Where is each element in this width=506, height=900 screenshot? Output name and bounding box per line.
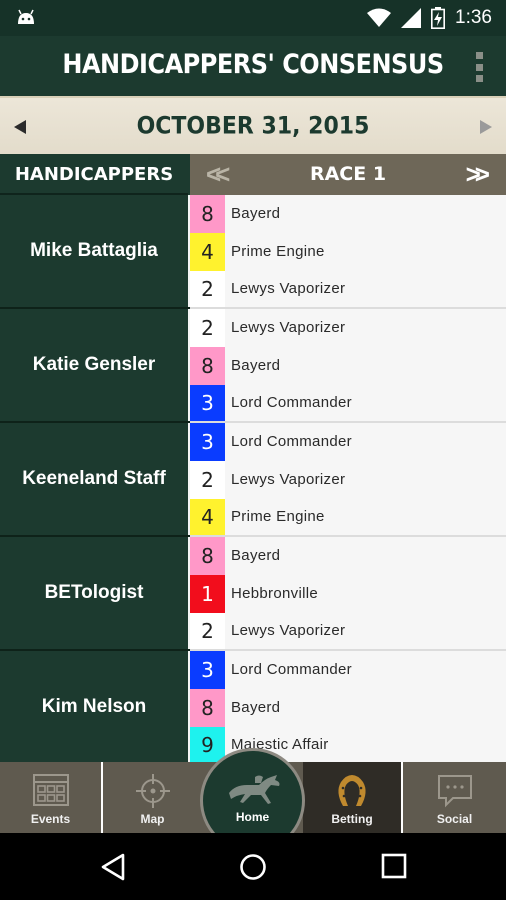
tab-social-label: Social [436,812,473,826]
horse-name: Bayerd [231,205,281,222]
handicappers-header: HANDICAPPERS [0,154,188,195]
pick-row[interactable]: 2 Lewys Vaporizer [190,271,506,307]
tab-map-label: Map [140,812,165,826]
next-date-icon[interactable] [480,120,492,134]
pick-row[interactable]: 3 Lord Commander [190,651,506,689]
status-bar: 1:36 [0,0,506,36]
handicapper-group: Kim Nelson 3 Lord Commander 8 Bayerd 9 Majesti… [0,651,506,762]
racehorse-icon [229,775,280,804]
tab-events[interactable]: Events [0,762,101,833]
horse-name: Hebbronville [231,585,318,602]
horse-name: Lewys Vaporizer [231,319,346,336]
next-race-icon[interactable]: >> [466,154,491,194]
handicapper-group: Mike Battaglia 8 Bayerd 4 Prime Engine 2 Lewys… [0,195,506,309]
handicapper-name: Katie Gensler [0,309,188,421]
saddle-cloth-number: 3 [190,423,225,461]
tab-events-label: Events [30,812,71,826]
date-selector: OCTOBER 31, 2015 [0,96,506,154]
tab-map[interactable]: Map [103,762,202,833]
pick-row[interactable]: 1 Hebbronville [190,575,506,613]
page-title: HANDICAPPERS' CONSENSUS [62,48,444,80]
handicapper-group: BETologist 8 Bayerd 1 Hebbronville 2 Lewys Vap… [0,537,506,651]
race-selector: << RACE 1 >> [190,154,506,195]
pick-row[interactable]: 8 Bayerd [190,347,506,385]
handicapper-group: Katie Gensler 2 Lewys Vaporizer 8 Bayerd 3 Lor… [0,309,506,423]
tab-social[interactable]: Social [403,762,506,833]
horse-name: Prime Engine [231,243,325,260]
horse-name: Bayerd [231,699,281,716]
tab-betting[interactable]: Betting [303,762,401,833]
race-title: RACE 1 [309,163,387,185]
tab-home-label: Home [235,810,270,824]
horseshoe-icon [338,775,366,806]
recents-icon[interactable] [381,853,407,879]
signal-icon [401,8,422,28]
horse-name: Bayerd [231,357,281,374]
horse-name: Lord Commander [231,433,352,450]
crosshair-icon [135,774,170,808]
saddle-cloth-number: 2 [190,271,225,307]
app-bar: HANDICAPPERS' CONSENSUS [0,36,506,96]
wifi-icon [367,8,392,27]
horse-name: Lewys Vaporizer [231,622,346,639]
saddle-cloth-number: 2 [190,461,225,499]
status-time: 1:36 [455,7,492,28]
battery-icon [431,7,446,29]
home-nav-icon[interactable] [239,853,267,881]
speech-bubble-icon [437,775,472,808]
saddle-cloth-number: 4 [190,499,225,535]
handicapper-name: BETologist [0,537,188,649]
pick-row[interactable]: 8 Bayerd [190,195,506,233]
saddle-cloth-number: 8 [190,195,225,233]
horse-name: Lord Commander [231,661,352,678]
saddle-cloth-number: 3 [190,651,225,689]
horse-name: Lord Commander [231,394,352,411]
saddle-cloth-number: 3 [190,385,225,421]
pick-row[interactable]: 2 Lewys Vaporizer [190,461,506,499]
overflow-menu-icon[interactable] [474,52,484,82]
tab-betting-label: Betting [331,812,373,826]
pick-row[interactable]: 2 Lewys Vaporizer [190,309,506,347]
saddle-cloth-number: 9 [190,727,225,762]
saddle-cloth-number: 8 [190,347,225,385]
consensus-list[interactable]: Mike Battaglia 8 Bayerd 4 Prime Engine 2 Lewys… [0,195,506,762]
android-icon [18,9,34,24]
handicapper-name: Kim Nelson [0,651,188,762]
horse-name: Lewys Vaporizer [231,471,346,488]
handicapper-group: Keeneland Staff 3 Lord Commander 2 Lewys Vap… [0,423,506,537]
pick-row[interactable]: 8 Bayerd [190,537,506,575]
pick-row[interactable]: 3 Lord Commander [190,423,506,461]
horse-name: Bayerd [231,547,281,564]
saddle-cloth-number: 2 [190,613,225,649]
handicapper-name: Mike Battaglia [0,195,188,307]
horse-name: Lewys Vaporizer [231,280,346,297]
saddle-cloth-number: 2 [190,309,225,347]
saddle-cloth-number: 8 [190,689,225,727]
selected-date: OCTOBER 31, 2015 [136,112,370,141]
system-nav-bar [0,833,506,900]
calendar-grid-icon [32,774,69,806]
back-icon[interactable] [100,853,126,881]
saddle-cloth-number: 1 [190,575,225,613]
pick-row[interactable]: 8 Bayerd [190,689,506,727]
saddle-cloth-number: 8 [190,537,225,575]
pick-row[interactable]: 4 Prime Engine [190,499,506,535]
pick-row[interactable]: 2 Lewys Vaporizer [190,613,506,649]
saddle-cloth-number: 4 [190,233,225,271]
handicapper-name: Keeneland Staff [0,423,188,535]
pick-row[interactable]: 3 Lord Commander [190,385,506,421]
table-header: HANDICAPPERS << RACE 1 >> [0,154,506,195]
horse-name: Prime Engine [231,508,325,525]
pick-row[interactable]: 4 Prime Engine [190,233,506,271]
